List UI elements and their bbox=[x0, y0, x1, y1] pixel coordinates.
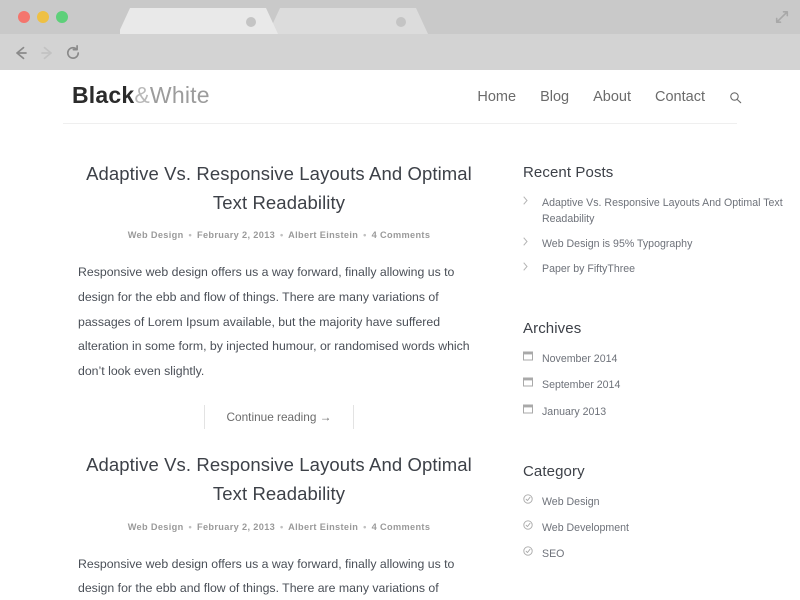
category-link[interactable]: Web Design bbox=[542, 494, 600, 510]
post-excerpt: Responsive web design offers us a way fo… bbox=[78, 556, 455, 596]
logo-ampersand: & bbox=[134, 82, 150, 108]
meta-separator: • bbox=[280, 521, 284, 532]
logo-part-secondary: White bbox=[149, 82, 210, 108]
post-meta: Web Design • February 2, 2013 • Albert E… bbox=[78, 230, 480, 240]
tab-close-icon[interactable] bbox=[246, 17, 256, 27]
main-column: Adaptive Vs. Responsive Layouts And Opti… bbox=[0, 124, 512, 600]
main-navigation: Home Blog About Contact bbox=[477, 89, 742, 105]
browser-window: Black&White Home Blog About Contact Adap… bbox=[0, 0, 800, 600]
list-item[interactable]: November 2014 bbox=[523, 351, 800, 367]
post-article: Adaptive Vs. Responsive Layouts And Opti… bbox=[0, 429, 512, 600]
post-author[interactable]: Albert Einstein bbox=[288, 522, 358, 532]
zoom-window-button[interactable] bbox=[56, 11, 68, 23]
site-logo[interactable]: Black&White bbox=[72, 82, 210, 109]
list-item[interactable]: Paper by FiftyThree bbox=[523, 261, 800, 277]
widget-title: Category bbox=[523, 462, 585, 480]
continue-reading-wrapper: Continue reading → bbox=[78, 405, 480, 430]
tab-close-icon[interactable] bbox=[396, 17, 406, 27]
check-circle-icon bbox=[523, 546, 535, 556]
post-comments-count[interactable]: 4 Comments bbox=[372, 230, 431, 240]
calendar-icon bbox=[523, 351, 535, 361]
list-item[interactable]: January 2013 bbox=[523, 404, 800, 420]
widget-title: Recent Posts bbox=[523, 164, 614, 181]
category-list: Web Design Web Development SEO bbox=[523, 494, 800, 562]
widget-archives: Archives November 2014 September 2014 Ja… bbox=[512, 286, 800, 419]
browser-toolbar bbox=[0, 34, 800, 97]
post-date: February 2, 2013 bbox=[197, 230, 276, 241]
browser-tab-2[interactable] bbox=[268, 8, 428, 34]
calendar-icon bbox=[523, 404, 535, 414]
nav-item-about[interactable]: About bbox=[593, 89, 631, 105]
close-window-button[interactable] bbox=[18, 11, 30, 23]
meta-separator: • bbox=[363, 521, 367, 532]
post-title[interactable]: Adaptive Vs. Responsive Layouts And Opti… bbox=[78, 160, 480, 217]
recent-posts-list: Adaptive Vs. Responsive Layouts And Opti… bbox=[523, 195, 800, 277]
list-item[interactable]: Adaptive Vs. Responsive Layouts And Opti… bbox=[523, 195, 800, 227]
search-icon[interactable] bbox=[729, 91, 742, 104]
recent-post-link[interactable]: Paper by FiftyThree bbox=[542, 261, 635, 277]
nav-item-blog[interactable]: Blog bbox=[540, 89, 569, 105]
post-excerpt: Responsive web design offers us a way fo… bbox=[78, 265, 470, 378]
check-circle-icon bbox=[523, 494, 535, 504]
archives-list: November 2014 September 2014 January 201… bbox=[523, 351, 800, 419]
list-item[interactable]: SEO bbox=[523, 546, 800, 562]
back-button[interactable] bbox=[12, 44, 30, 62]
meta-separator: • bbox=[280, 230, 284, 241]
site-header: Black&White Home Blog About Contact bbox=[0, 70, 800, 124]
browser-tab-1[interactable] bbox=[118, 8, 278, 34]
category-link[interactable]: Web Development bbox=[542, 520, 629, 536]
post-category[interactable]: Web Design bbox=[128, 522, 184, 532]
recent-post-link[interactable]: Adaptive Vs. Responsive Layouts And Opti… bbox=[542, 195, 800, 227]
meta-separator: • bbox=[188, 521, 193, 532]
forward-button[interactable] bbox=[38, 44, 56, 62]
sidebar: Recent Posts Adaptive Vs. Responsive Lay… bbox=[512, 124, 800, 600]
list-item[interactable]: Web Development bbox=[523, 520, 800, 536]
browser-titlebar bbox=[0, 0, 800, 34]
check-circle-icon bbox=[523, 520, 535, 530]
post-article: Adaptive Vs. Responsive Layouts And Opti… bbox=[0, 124, 512, 430]
page-content: Adaptive Vs. Responsive Layouts And Opti… bbox=[0, 124, 800, 600]
calendar-icon bbox=[523, 377, 535, 387]
page-viewport: Black&White Home Blog About Contact Adap… bbox=[0, 70, 800, 600]
minimize-window-button[interactable] bbox=[37, 11, 49, 23]
meta-separator: • bbox=[363, 230, 367, 241]
window-controls bbox=[18, 11, 68, 23]
nav-item-home[interactable]: Home bbox=[477, 89, 516, 105]
recent-post-link[interactable]: Web Design is 95% Typography bbox=[542, 236, 692, 252]
expand-icon[interactable] bbox=[774, 9, 790, 25]
widget-recent-posts: Recent Posts Adaptive Vs. Responsive Lay… bbox=[512, 124, 800, 277]
continue-reading-link[interactable]: Continue reading → bbox=[203, 405, 355, 430]
list-item[interactable]: Web Design bbox=[523, 494, 800, 510]
reload-button[interactable] bbox=[64, 44, 82, 62]
list-item[interactable]: September 2014 bbox=[523, 377, 800, 393]
post-category[interactable]: Web Design bbox=[128, 230, 184, 240]
archive-link[interactable]: September 2014 bbox=[542, 377, 620, 393]
post-title[interactable]: Adaptive Vs. Responsive Layouts And Opti… bbox=[78, 451, 480, 508]
category-link[interactable]: SEO bbox=[542, 546, 564, 562]
archive-link[interactable]: January 2013 bbox=[542, 404, 606, 420]
chevron-right-icon bbox=[523, 262, 535, 271]
list-item[interactable]: Web Design is 95% Typography bbox=[523, 236, 800, 252]
logo-part-primary: Black bbox=[72, 82, 135, 108]
post-date: February 2, 2013 bbox=[197, 521, 276, 532]
meta-separator: • bbox=[188, 230, 193, 241]
archive-link[interactable]: November 2014 bbox=[542, 351, 617, 367]
nav-item-contact[interactable]: Contact bbox=[655, 89, 705, 105]
widget-category: Category Web Design Web Development SEO bbox=[512, 430, 800, 562]
post-author[interactable]: Albert Einstein bbox=[288, 230, 358, 240]
chevron-right-icon bbox=[523, 237, 535, 246]
post-meta: Web Design • February 2, 2013 • Albert E… bbox=[78, 522, 480, 532]
widget-title: Archives bbox=[523, 320, 582, 338]
chevron-right-icon bbox=[523, 196, 535, 205]
post-comments-count[interactable]: 4 Comments bbox=[372, 522, 431, 532]
